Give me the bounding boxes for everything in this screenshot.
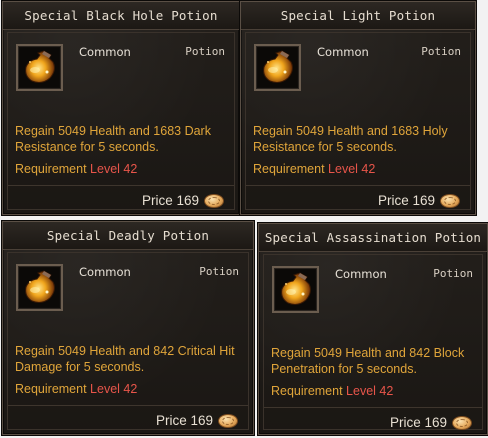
item-description: Regain 5049 Health and 1683 Dark Resista… [15, 124, 228, 155]
tooltip-body: Common Potion Regain 5049 Health and 168… [7, 32, 235, 210]
requirement: Requirement Level 42 [253, 162, 375, 176]
item-tooltip-assassination-potion: Special Assassination Potion Common Poti… [258, 223, 488, 435]
item-type-label: Potion [199, 265, 239, 278]
rarity-label: Common [317, 45, 369, 59]
item-title: Special Assassination Potion [259, 224, 487, 252]
requirement-label: Requirement [253, 162, 329, 176]
potion-flask-icon[interactable] [16, 44, 63, 91]
rarity-label: Common [79, 45, 131, 59]
price-label: Price 169 [155, 413, 213, 428]
coin-icon [204, 193, 224, 208]
description-line: Regain 5049 Health and 842 Block [271, 346, 465, 360]
potion-flask-icon[interactable] [16, 264, 63, 311]
requirement-level: Level 42 [328, 162, 376, 176]
requirement-level: Level 42 [346, 384, 394, 398]
coin-icon [218, 413, 238, 428]
description-line: Resistance for 5 seconds. [15, 139, 159, 154]
item-description: Regain 5049 Health and 1683 Holy Resista… [253, 124, 464, 155]
price: Price 169 [156, 413, 238, 428]
description-line: Regain 5049 Health and 842 Critical Hit [15, 344, 235, 358]
tooltip-body: Common Potion Regain 5049 Health and 842… [7, 252, 249, 430]
tooltip-body: Common Potion Regain 5049 Health and 168… [245, 32, 471, 210]
description-line: Penetration for 5 seconds. [271, 361, 417, 376]
item-title: Special Black Hole Potion [3, 2, 239, 30]
requirement-label: Requirement [15, 382, 91, 396]
potion-flask-icon[interactable] [254, 44, 301, 91]
coin-icon [440, 193, 460, 208]
description-line: Regain 5049 Health and 1683 Dark [15, 124, 211, 138]
rarity-label: Common [335, 267, 387, 281]
price: Price 169 [142, 193, 224, 208]
price: Price 169 [378, 193, 460, 208]
price-label: Price 169 [389, 415, 447, 430]
description-line: Regain 5049 Health and 1683 Holy [253, 124, 448, 138]
item-tooltip-deadly-potion: Special Deadly Potion Common Potion Rega… [2, 221, 254, 435]
item-tooltip-light-potion: Special Light Potion Common Potion Regai… [240, 1, 476, 215]
item-description: Regain 5049 Health and 842 Critical Hit … [15, 344, 242, 375]
divider [264, 407, 482, 408]
item-description: Regain 5049 Health and 842 Block Penetra… [271, 346, 476, 377]
price-label: Price 169 [141, 193, 199, 208]
price: Price 169 [390, 415, 472, 430]
requirement-level: Level 42 [90, 382, 138, 396]
rarity-label: Common [79, 265, 131, 279]
divider [8, 405, 248, 406]
requirement: Requirement Level 42 [15, 382, 137, 396]
description-line: Damage for 5 seconds. [15, 359, 145, 374]
item-type-label: Potion [185, 45, 225, 58]
requirement-label: Requirement [15, 162, 91, 176]
requirement-level: Level 42 [90, 162, 138, 176]
tooltip-body: Common Potion Regain 5049 Health and 842… [263, 254, 483, 430]
coin-icon [452, 415, 472, 430]
requirement: Requirement Level 42 [15, 162, 137, 176]
requirement-label: Requirement [271, 384, 347, 398]
item-tooltip-black-hole-potion: Special Black Hole Potion Common Potion … [2, 1, 240, 215]
requirement: Requirement Level 42 [271, 384, 393, 398]
item-type-label: Potion [421, 45, 461, 58]
item-type-label: Potion [433, 267, 473, 280]
item-title: Special Light Potion [241, 2, 475, 30]
divider [246, 185, 470, 186]
price-label: Price 169 [377, 193, 435, 208]
potion-flask-icon[interactable] [272, 266, 319, 313]
description-line: Resistance for 5 seconds. [253, 139, 397, 154]
item-title: Special Deadly Potion [3, 222, 253, 250]
divider [8, 185, 234, 186]
